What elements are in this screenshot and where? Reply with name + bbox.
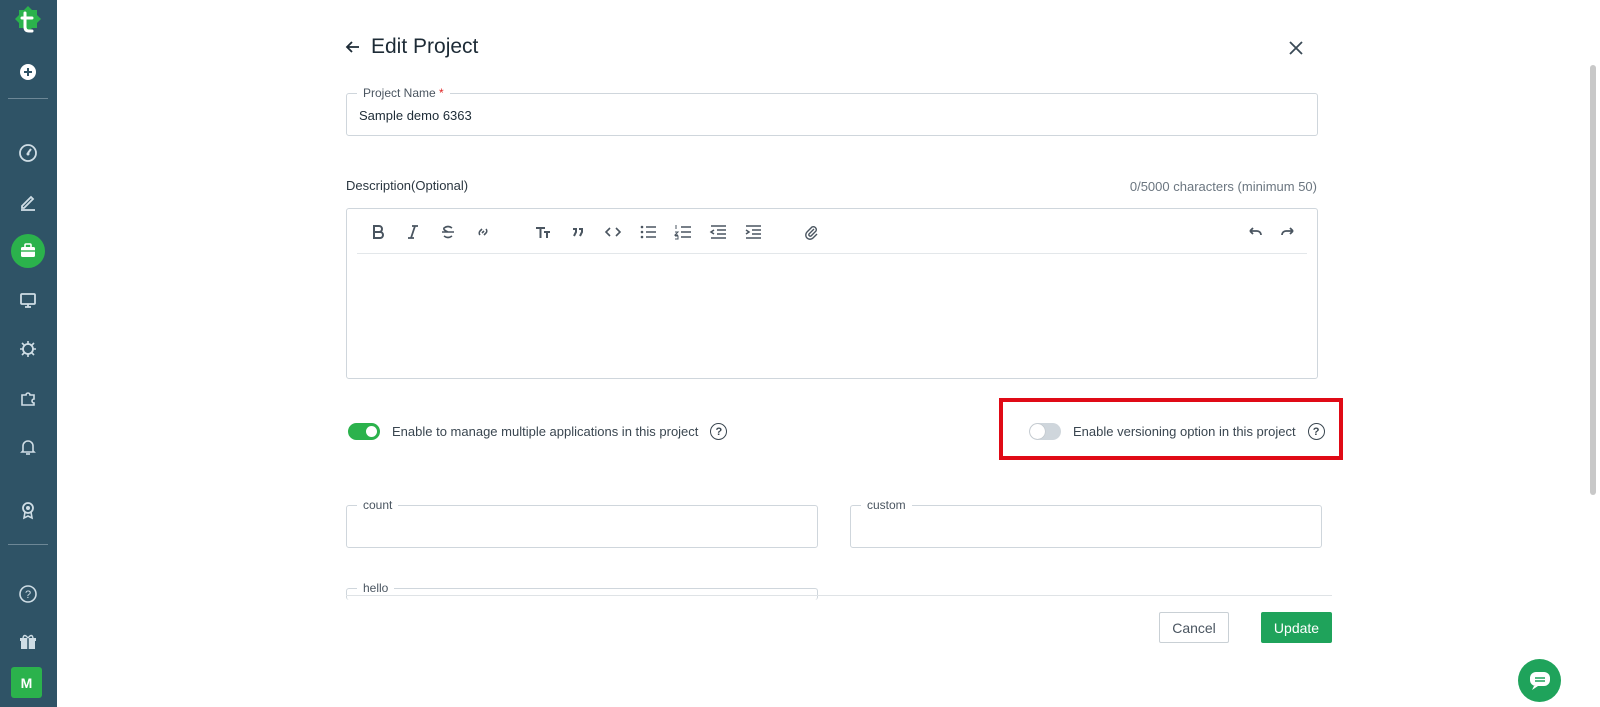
hello-label: hello (357, 581, 395, 595)
create-icon[interactable] (8, 52, 48, 92)
highlight-box (999, 398, 1343, 460)
italic-icon[interactable] (402, 221, 424, 243)
strikethrough-icon[interactable] (437, 221, 459, 243)
outdent-icon[interactable] (707, 221, 729, 243)
project-name-label: Project Name * (357, 86, 450, 100)
help-icon[interactable]: ? (8, 574, 48, 614)
monitor-icon[interactable] (8, 280, 48, 320)
multiple-apps-toggle[interactable] (348, 423, 380, 440)
description-editor[interactable] (346, 208, 1318, 379)
projects-icon[interactable] (8, 231, 48, 271)
svg-text:?: ? (25, 589, 31, 601)
count-field[interactable]: count (346, 498, 818, 548)
footer-divider (346, 595, 1332, 596)
bullet-list-icon[interactable] (637, 221, 659, 243)
gift-icon[interactable] (8, 622, 48, 662)
user-avatar[interactable]: M (11, 667, 42, 698)
multiple-apps-label: Enable to manage multiple applications i… (392, 424, 699, 439)
custom-label: custom (861, 498, 912, 512)
cancel-button[interactable]: Cancel (1159, 612, 1229, 643)
redo-icon[interactable] (1278, 221, 1300, 243)
bold-icon[interactable] (367, 221, 389, 243)
app-logo-icon[interactable] (10, 4, 46, 40)
editor-toolbar (357, 209, 1307, 254)
scrollbar[interactable] (1590, 65, 1596, 495)
page-header: Edit Project (345, 35, 478, 59)
attachment-icon[interactable] (800, 221, 822, 243)
hello-field[interactable]: hello (346, 581, 818, 600)
quote-icon[interactable] (567, 221, 589, 243)
edit-icon[interactable] (8, 182, 48, 222)
code-icon[interactable] (602, 221, 624, 243)
update-button[interactable]: Update (1261, 612, 1332, 643)
integrations-icon[interactable] (8, 378, 48, 418)
character-count: 0/5000 characters (minimum 50) (1129, 179, 1317, 194)
text-size-icon[interactable] (532, 221, 554, 243)
undo-icon[interactable] (1243, 221, 1265, 243)
sidebar-divider (8, 544, 48, 545)
link-icon[interactable] (472, 221, 494, 243)
project-name-value: Sample demo 6363 (359, 108, 472, 123)
help-circle-icon[interactable]: ? (710, 423, 728, 440)
multiple-apps-toggle-row: Enable to manage multiple applications i… (348, 423, 728, 440)
sidebar: ? M (0, 0, 57, 707)
project-name-field[interactable]: Project Name * Sample demo 6363 (346, 86, 1318, 136)
sidebar-divider (8, 98, 48, 99)
custom-field[interactable]: custom (850, 498, 1322, 548)
description-label: Description(Optional) (346, 178, 469, 193)
numbered-list-icon[interactable] (672, 221, 694, 243)
count-label: count (357, 498, 399, 512)
badge-icon[interactable] (8, 490, 48, 530)
bug-icon[interactable] (8, 329, 48, 369)
page-title: Edit Project (371, 35, 479, 58)
back-arrow-icon[interactable] (345, 39, 361, 55)
chat-icon[interactable] (1518, 659, 1561, 702)
notifications-icon[interactable] (8, 427, 48, 467)
indent-icon[interactable] (742, 221, 764, 243)
close-icon[interactable] (1288, 40, 1308, 60)
dashboard-icon[interactable] (8, 133, 48, 173)
